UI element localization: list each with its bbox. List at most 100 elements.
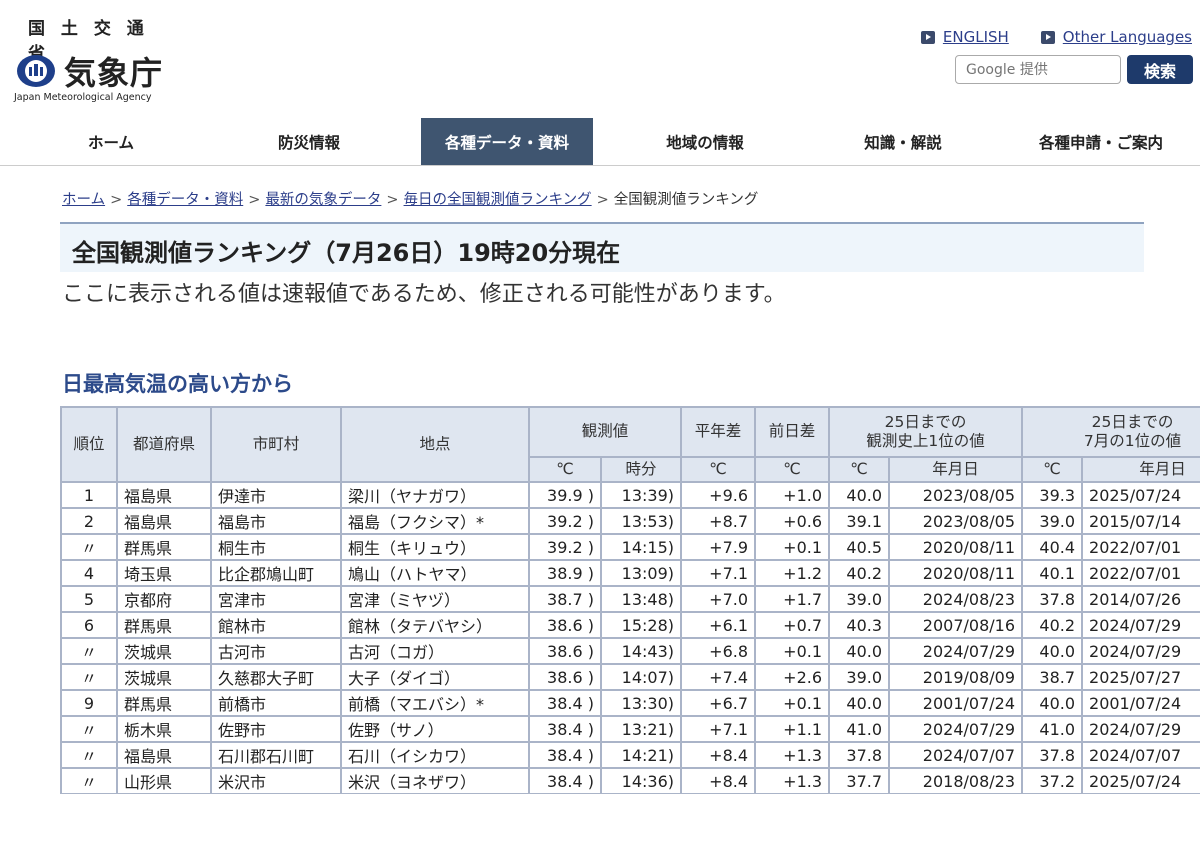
cell-city: 久慈郡大子町 [210,663,342,691]
other-languages-link[interactable]: Other Languages [1040,28,1192,46]
nav-item-regional-info[interactable]: 地域の情報 [606,118,804,165]
cell-city: 佐野市 [210,715,342,743]
cell-record-july-value: 39.0 [1021,507,1084,535]
cell-station: 佐野（サノ） [340,715,530,743]
nav-item-home[interactable]: ホーム [12,118,210,165]
cell-city: 比企郡鳩山町 [210,559,342,587]
cell-observed-time: 13:39) [599,481,683,509]
english-link[interactable]: ENGLISH [920,28,1009,46]
cell-prev-diff: +0.1 [754,637,831,665]
cell-record-all-date: 2024/07/07 [888,741,1024,769]
cell-observed-value: 38.6 ) [528,637,602,665]
cell-city: 古河市 [210,637,342,665]
header-record-all: 25日までの 観測史上1位の値 [828,406,1024,458]
header-record-july-date: 年月日 [1081,456,1200,483]
play-icon [1040,30,1055,44]
table-row: 5 京都府 宮津市 宮津（ミヤヅ） 38.7 ) 13:48) +7.0 +1.7 39.0 20… [60,585,1200,613]
cell-station: 米沢（ヨネザワ） [340,767,530,794]
table-row: 4 埼玉県 比企郡鳩山町 鳩山（ハトヤマ） 38.9 ) 13:09) +7.1 +1.2 40… [60,559,1200,587]
cell-prev-diff: +1.2 [754,559,831,587]
nav-item-applications[interactable]: 各種申請・ご案内 [1002,118,1200,165]
preliminary-notice: ここに表示される値は速報値であるため、修正される可能性があります。 [62,282,786,307]
cell-observed-value: 38.4 ) [528,715,602,743]
cell-record-all-value: 40.0 [828,637,891,665]
header-normal-diff: 平年差 [680,406,757,458]
cell-city: 福島市 [210,507,342,535]
cell-station: 鳩山（ハトヤマ） [340,559,530,587]
cell-record-july-value: 40.4 [1021,533,1084,561]
cell-prev-diff: +2.6 [754,663,831,691]
cell-prefecture: 栃木県 [116,715,212,743]
breadcrumb-home[interactable]: ホーム [62,192,105,208]
cell-station: 前橋（マエバシ）* [340,689,530,717]
cell-station: 桐生（キリュウ） [340,533,530,561]
cell-observed-value: 38.6 ) [528,611,602,639]
cell-rank: 〃 [60,637,118,665]
cell-observed-time: 13:21) [599,715,683,743]
cell-record-all-date: 2020/08/11 [888,533,1024,561]
cell-observed-time: 14:36) [599,767,683,794]
cell-station: 石川（イシカワ） [340,741,530,769]
cell-station: 梁川（ヤナガワ） [340,481,530,509]
header-prev-diff: 前日差 [754,406,831,458]
nav-item-disaster-info[interactable]: 防災情報 [210,118,408,165]
cell-normal-diff: +7.1 [680,559,757,587]
cell-record-all-value: 37.7 [828,767,891,794]
site-search: 検索 [955,55,1193,84]
header-rank: 順位 [60,406,118,483]
search-input[interactable] [955,55,1121,84]
nav-item-data[interactable]: 各種データ・資料 [421,118,593,165]
header-record-july-line2: 7月の1位の値 [1083,432,1182,450]
breadcrumb-separator: > [596,192,609,208]
cell-record-all-date: 2024/07/29 [888,637,1024,665]
header-normal-diff-unit: ℃ [680,456,757,483]
cell-record-july-date: 2024/07/29 [1081,611,1200,639]
cell-observed-time: 14:21) [599,741,683,769]
breadcrumb-latest-data[interactable]: 最新の気象データ [265,192,381,208]
breadcrumb-separator: > [110,192,123,208]
header-record-all-date: 年月日 [888,456,1024,483]
cell-normal-diff: +7.9 [680,533,757,561]
cell-city: 米沢市 [210,767,342,794]
cell-observed-value: 38.9 ) [528,559,602,587]
cell-city: 宮津市 [210,585,342,613]
cell-prefecture: 群馬県 [116,689,212,717]
cell-normal-diff: +7.0 [680,585,757,613]
table-row: 1 福島県 伊達市 梁川（ヤナガワ） 39.9 ) 13:39) +9.6 +1.0 40.0 2… [60,481,1200,509]
cell-record-july-date: 2015/07/14 [1081,507,1200,535]
cell-record-all-value: 39.0 [828,663,891,691]
header-prev-diff-unit: ℃ [754,456,831,483]
cell-record-july-date: 2025/07/27 [1081,663,1200,691]
table-row: 6 群馬県 館林市 館林（タテバヤシ） 38.6 ) 15:28) +6.1 +0.7 40.3… [60,611,1200,639]
cell-record-all-value: 40.0 [828,481,891,509]
nav-item-knowledge[interactable]: 知識・解説 [804,118,1002,165]
cell-observed-time: 13:09) [599,559,683,587]
breadcrumb-data[interactable]: 各種データ・資料 [127,192,243,208]
cell-normal-diff: +6.1 [680,611,757,639]
cell-record-july-date: 2022/07/01 [1081,533,1200,561]
cell-record-july-date: 2014/07/26 [1081,585,1200,613]
cell-prev-diff: +1.3 [754,741,831,769]
cell-observed-value: 39.2 ) [528,533,602,561]
cell-normal-diff: +7.1 [680,715,757,743]
cell-observed-value: 38.7 ) [528,585,602,613]
breadcrumb-separator: > [248,192,261,208]
cell-record-all-value: 40.5 [828,533,891,561]
cell-record-july-date: 2024/07/07 [1081,741,1200,769]
cell-record-all-value: 40.0 [828,689,891,717]
breadcrumb-current: 全国観測値ランキング [613,192,759,208]
other-languages-label: Other Languages [1062,28,1192,46]
table-row: 〃茨城県 古河市 古河（コガ） 38.6 ) 14:43) +6.8 +0.1 40.0 202… [60,637,1200,665]
cell-prefecture: 茨城県 [116,663,212,691]
page-title-box: 全国観測値ランキング（7月26日）19時20分現在 [60,222,1144,272]
header-observed: 観測値 [527,406,683,458]
breadcrumb-daily-ranking[interactable]: 毎日の全国観測値ランキング [404,192,592,208]
cell-rank: 2 [60,507,118,535]
table-row: 〃群馬県 桐生市 桐生（キリュウ） 39.2 ) 14:15) +7.9 +0.1 40.5 2… [60,533,1200,561]
ranking-table-body: 1 福島県 伊達市 梁川（ヤナガワ） 39.9 ) 13:39) +9.6 +1.0 40.0 2… [60,481,1200,794]
cell-record-july-date: 2025/07/24 [1081,481,1200,509]
jma-logo[interactable]: 国 土 交 通 省 気象庁 Japan Meteorological Agenc… [14,14,174,104]
search-button[interactable]: 検索 [1127,55,1193,84]
cell-record-july-date: 2024/07/29 [1081,637,1200,665]
cell-record-all-date: 2019/08/09 [888,663,1024,691]
